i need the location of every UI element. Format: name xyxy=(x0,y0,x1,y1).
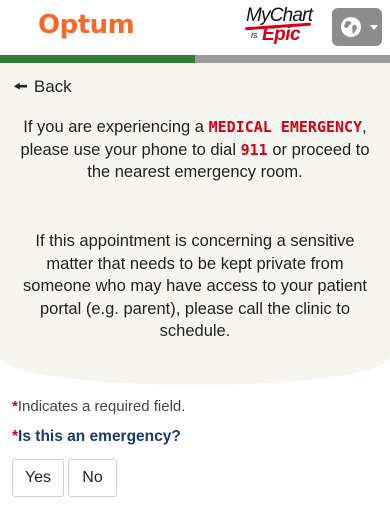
mychart-is-text: is xyxy=(251,30,258,40)
medical-emergency-highlight: MEDICAL EMERGENCY xyxy=(208,118,363,136)
chevron-down-icon xyxy=(370,25,378,30)
required-note-text: Indicates a required field. xyxy=(17,398,186,415)
progress-fill xyxy=(0,55,195,63)
yes-button[interactable]: Yes xyxy=(12,459,64,497)
emergency-text-1: If you are experiencing a xyxy=(23,118,204,136)
emergency-question: *Is this an emergency? xyxy=(12,428,181,446)
question-label: Is this an emergency? xyxy=(18,428,181,445)
epic-logo-text: Epic xyxy=(262,24,301,45)
required-field-note: *Indicates a required field. xyxy=(12,398,185,415)
globe-icon xyxy=(341,17,361,37)
app-header: Optum MyChart is Epic xyxy=(0,0,390,55)
mychart-epic-logo: MyChart is Epic xyxy=(243,5,315,47)
info-panel: 🠘 Back If you are experiencing a MEDICAL … xyxy=(0,63,390,385)
progress-bar xyxy=(0,55,390,63)
optum-logo: Optum xyxy=(38,10,135,40)
emergency-message: If you are experiencing a MEDICAL EMERGE… xyxy=(20,116,370,184)
emergency-number: 911 xyxy=(240,140,268,159)
arrow-left-icon: 🠘 xyxy=(13,77,28,96)
back-label: Back xyxy=(33,77,72,96)
back-link[interactable]: 🠘 Back xyxy=(13,74,72,103)
privacy-message: If this appointment is concerning a sens… xyxy=(23,232,367,340)
no-button[interactable]: No xyxy=(68,459,117,497)
language-button[interactable] xyxy=(332,8,382,46)
